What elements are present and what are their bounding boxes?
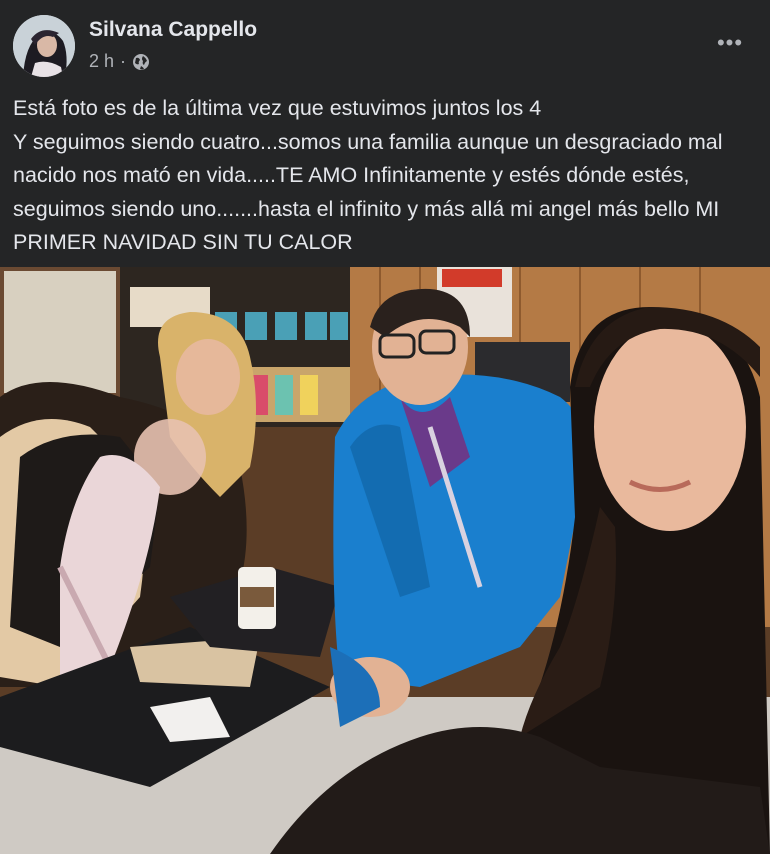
post-photo[interactable]: [0, 267, 770, 854]
author-avatar[interactable]: [13, 15, 75, 77]
post-meta: 2 h ·: [89, 51, 150, 72]
post-caption: Está foto es de la última vez que estuvi…: [13, 92, 761, 260]
post-timestamp[interactable]: 2 h: [89, 51, 114, 72]
meta-separator: ·: [120, 51, 127, 71]
caption-line-1: Está foto es de la última vez que estuvi…: [13, 96, 542, 120]
post-header: Silvana Cappello 2 h · •••: [0, 0, 770, 90]
caption-line-2: Y seguimos siendo cuatro...somos una fam…: [13, 129, 723, 255]
author-name[interactable]: Silvana Cappello: [89, 18, 257, 42]
more-options-icon[interactable]: •••: [708, 28, 752, 58]
globe-icon[interactable]: [132, 53, 150, 71]
facebook-post: Silvana Cappello 2 h · ••• Está foto es …: [0, 0, 770, 854]
